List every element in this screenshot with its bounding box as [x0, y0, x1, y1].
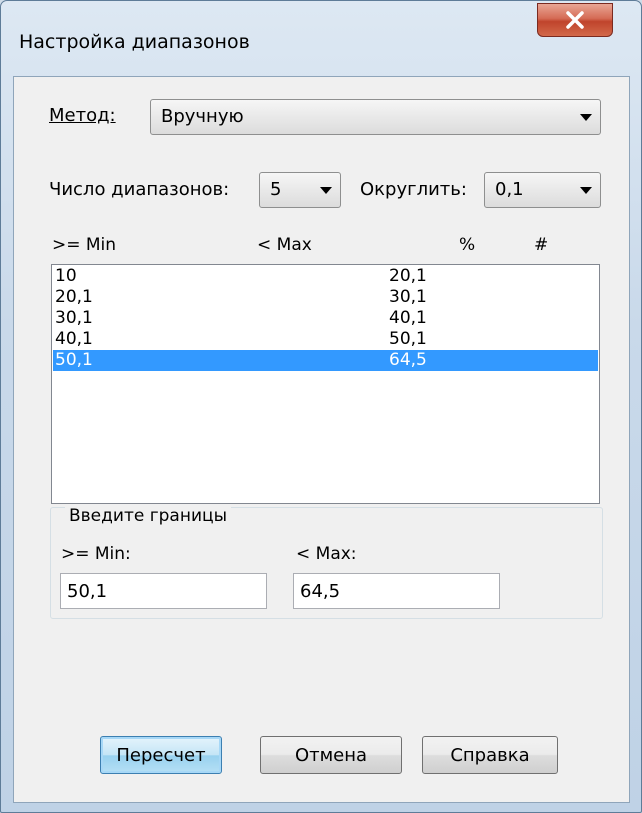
column-header-max[interactable]: < Max	[257, 235, 312, 255]
dropdown-arrow-icon	[580, 187, 592, 194]
range-min: 50,1	[55, 350, 93, 370]
method-value: Вручную	[161, 106, 244, 127]
max-field-label: < Max:	[296, 544, 357, 564]
range-max: 20,1	[389, 266, 427, 286]
range-min: 20,1	[55, 287, 93, 307]
dropdown-arrow-icon	[580, 114, 592, 121]
method-label: Метод:	[49, 105, 116, 126]
min-input[interactable]: 50,1	[60, 573, 267, 609]
list-item[interactable]: 10 20,1	[53, 266, 598, 287]
round-combobox[interactable]: 0,1	[484, 172, 601, 208]
round-value: 0,1	[495, 179, 524, 200]
bounds-group-title: Введите границы	[65, 506, 232, 526]
title-bar[interactable]: Настройка диапазонов	[1, 1, 641, 81]
list-item[interactable]: 40,1 50,1	[53, 329, 598, 350]
range-min: 40,1	[55, 329, 93, 349]
window-title: Настройка диапазонов	[19, 31, 250, 53]
recalc-button[interactable]: Пересчет	[100, 736, 222, 774]
min-field-label: >= Min:	[61, 544, 131, 564]
range-max: 50,1	[389, 329, 427, 349]
ranges-count-value: 5	[270, 179, 282, 200]
dialog-client-area: Метод: Вручную Число диапазонов: 5 Округ…	[13, 76, 630, 803]
dropdown-arrow-icon	[320, 187, 332, 194]
max-input[interactable]: 64,5	[293, 573, 500, 609]
cancel-button[interactable]: Отмена	[260, 736, 402, 774]
list-item[interactable]: 30,1 40,1	[53, 308, 598, 329]
max-input-value: 64,5	[300, 581, 341, 602]
range-min: 10	[55, 266, 77, 286]
ranges-list[interactable]: 10 20,1 20,1 30,1 30,1 40,1 40,1 50,1 50…	[51, 264, 600, 504]
range-max: 30,1	[389, 287, 427, 307]
ranges-count-label: Число диапазонов:	[49, 179, 230, 200]
list-item[interactable]: 20,1 30,1	[53, 287, 598, 308]
dialog-window: Настройка диапазонов Метод: Вручную Числ…	[0, 0, 642, 813]
close-button[interactable]	[537, 3, 613, 37]
help-button[interactable]: Справка	[422, 736, 558, 774]
list-item-selected[interactable]: 50,1 64,5	[53, 350, 598, 371]
method-combobox[interactable]: Вручную	[150, 99, 601, 135]
range-min: 30,1	[55, 308, 93, 328]
column-header-min[interactable]: >= Min	[52, 235, 116, 255]
column-header-count[interactable]: #	[534, 235, 548, 255]
method-label-text: Метод:	[49, 105, 116, 126]
round-label: Округлить:	[360, 179, 467, 200]
column-header-percent[interactable]: %	[459, 235, 475, 255]
range-max: 64,5	[389, 350, 427, 370]
min-input-value: 50,1	[67, 581, 108, 602]
range-max: 40,1	[389, 308, 427, 328]
ranges-count-combobox[interactable]: 5	[259, 172, 341, 208]
close-icon	[566, 11, 584, 29]
